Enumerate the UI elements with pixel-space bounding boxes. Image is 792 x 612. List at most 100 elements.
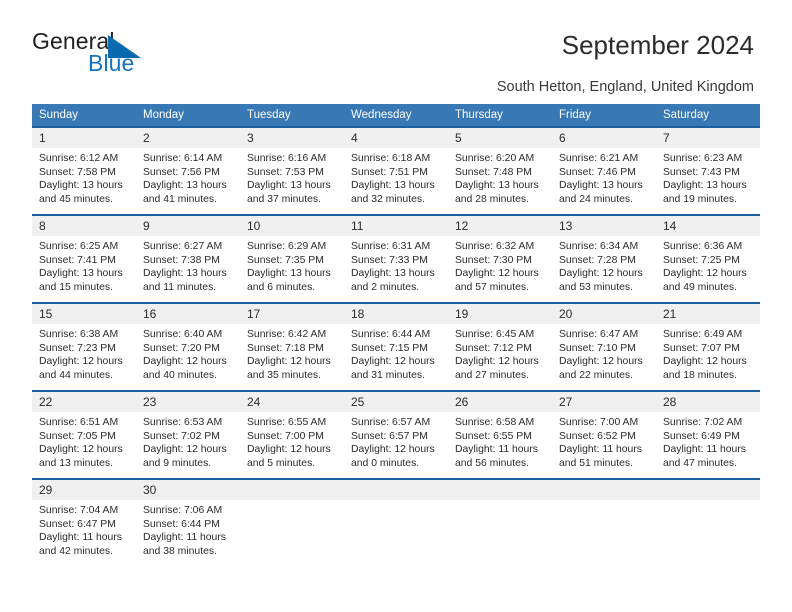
sunrise-text: Sunrise: 6:29 AM [247,241,327,252]
calendar-day-cell[interactable]: 29 Sunrise: 7:04 AM Sunset: 6:47 PM Dayligh… [32,478,136,567]
daylight-text-line2: and 27 minutes. [455,369,529,381]
sunrise-text: Sunrise: 7:06 AM [143,505,223,516]
sunset-text: Sunset: 7:20 PM [143,342,220,354]
sunrise-text: Sunrise: 7:04 AM [39,505,119,516]
calendar-day-cell[interactable]: 12 Sunrise: 6:32 AM Sunset: 7:30 PM Dayligh… [448,214,552,303]
calendar-day-cell[interactable]: 20 Sunrise: 6:47 AM Sunset: 7:10 PM Dayligh… [552,302,656,391]
page-header: General Blue September 2024 South Hetton… [0,0,792,95]
calendar-week-row: 15 Sunrise: 6:38 AM Sunset: 7:23 PM Dayligh… [32,302,760,391]
daylight-text-line2: and 5 minutes. [247,457,316,469]
calendar-empty-cell [448,478,552,567]
sunset-text: Sunset: 7:46 PM [559,166,636,178]
calendar-day-cell[interactable]: 28 Sunrise: 7:02 AM Sunset: 6:49 PM Dayligh… [656,390,760,479]
day-number: 27 [552,392,656,412]
calendar-day-cell[interactable]: 3 Sunrise: 6:16 AM Sunset: 7:53 PM Daylight… [240,126,344,215]
calendar-day-cell[interactable]: 10 Sunrise: 6:29 AM Sunset: 7:35 PM Dayligh… [240,214,344,303]
sunrise-text: Sunrise: 6:40 AM [143,329,223,340]
calendar-day-cell[interactable]: 19 Sunrise: 6:45 AM Sunset: 7:12 PM Dayligh… [448,302,552,391]
calendar-day-cell[interactable]: 6 Sunrise: 6:21 AM Sunset: 7:46 PM Daylight… [552,126,656,215]
daylight-text-line1: Daylight: 12 hours [663,356,747,368]
day-number: 9 [136,216,240,236]
sunset-text: Sunset: 7:30 PM [455,254,532,266]
day-number: 11 [344,216,448,236]
sunset-text: Sunset: 7:25 PM [663,254,740,266]
calendar-day-cell[interactable]: 11 Sunrise: 6:31 AM Sunset: 7:33 PM Dayligh… [344,214,448,303]
sunset-text: Sunset: 7:58 PM [39,166,116,178]
sunset-text: Sunset: 7:12 PM [455,342,532,354]
sunset-text: Sunset: 7:02 PM [143,430,220,442]
calendar-day-cell[interactable]: 13 Sunrise: 6:34 AM Sunset: 7:28 PM Dayligh… [552,214,656,303]
day-sun-info: Sunrise: 6:53 AM Sunset: 7:02 PM Daylight:… [136,412,240,470]
sunset-text: Sunset: 6:47 PM [39,518,116,530]
daylight-text-line1: Daylight: 12 hours [559,356,643,368]
calendar-day-cell[interactable]: 2 Sunrise: 6:14 AM Sunset: 7:56 PM Daylight… [136,126,240,215]
sunrise-text: Sunrise: 6:49 AM [663,329,743,340]
daylight-text-line1: Daylight: 11 hours [559,444,642,456]
day-sun-info: Sunrise: 6:31 AM Sunset: 7:33 PM Daylight:… [344,236,448,294]
calendar-day-cell[interactable]: 4 Sunrise: 6:18 AM Sunset: 7:51 PM Daylight… [344,126,448,215]
calendar-week-row: 8 Sunrise: 6:25 AM Sunset: 7:41 PM Daylight… [32,214,760,303]
calendar-day-cell[interactable]: 27 Sunrise: 7:00 AM Sunset: 6:52 PM Dayligh… [552,390,656,479]
weekday-header-row: Sunday Monday Tuesday Wednesday Thursday… [32,104,760,127]
day-sun-info: Sunrise: 6:29 AM Sunset: 7:35 PM Daylight:… [240,236,344,294]
daylight-text-line1: Daylight: 12 hours [39,356,123,368]
calendar-day-cell[interactable]: 1 Sunrise: 6:12 AM Sunset: 7:58 PM Daylight… [32,126,136,215]
day-sun-info: Sunrise: 7:06 AM Sunset: 6:44 PM Daylight:… [136,500,240,558]
daylight-text-line1: Daylight: 13 hours [143,180,227,192]
daylight-text-line1: Daylight: 12 hours [247,356,331,368]
calendar-day-cell[interactable]: 9 Sunrise: 6:27 AM Sunset: 7:38 PM Daylight… [136,214,240,303]
day-number: 18 [344,304,448,324]
day-number: 19 [448,304,552,324]
sunrise-text: Sunrise: 6:51 AM [39,417,119,428]
day-sun-info: Sunrise: 6:51 AM Sunset: 7:05 PM Daylight:… [32,412,136,470]
calendar-day-cell[interactable]: 24 Sunrise: 6:55 AM Sunset: 7:00 PM Dayligh… [240,390,344,479]
day-sun-info: Sunrise: 6:21 AM Sunset: 7:46 PM Daylight:… [552,148,656,206]
calendar-day-cell[interactable]: 5 Sunrise: 6:20 AM Sunset: 7:48 PM Daylight… [448,126,552,215]
day-number: 8 [32,216,136,236]
day-sun-info: Sunrise: 6:27 AM Sunset: 7:38 PM Daylight:… [136,236,240,294]
calendar-day-cell[interactable]: 23 Sunrise: 6:53 AM Sunset: 7:02 PM Dayligh… [136,390,240,479]
calendar-day-cell[interactable]: 16 Sunrise: 6:40 AM Sunset: 7:20 PM Dayligh… [136,302,240,391]
sunrise-text: Sunrise: 6:36 AM [663,241,743,252]
calendar-day-cell[interactable]: 21 Sunrise: 6:49 AM Sunset: 7:07 PM Dayligh… [656,302,760,391]
day-number: 1 [32,128,136,148]
sunset-text: Sunset: 7:38 PM [143,254,220,266]
daylight-text-line2: and 38 minutes. [143,545,217,557]
daylight-text-line1: Daylight: 13 hours [143,268,227,280]
calendar-empty-cell [240,478,344,567]
sunset-text: Sunset: 7:41 PM [39,254,116,266]
calendar-day-cell[interactable]: 7 Sunrise: 6:23 AM Sunset: 7:43 PM Daylight… [656,126,760,215]
day-number: 30 [136,480,240,500]
daylight-text-line1: Daylight: 12 hours [351,356,435,368]
calendar-day-cell[interactable]: 8 Sunrise: 6:25 AM Sunset: 7:41 PM Daylight… [32,214,136,303]
calendar-week-row: 1 Sunrise: 6:12 AM Sunset: 7:58 PM Daylight… [32,126,760,215]
calendar-day-cell[interactable]: 14 Sunrise: 6:36 AM Sunset: 7:25 PM Dayligh… [656,214,760,303]
daylight-text-line1: Daylight: 11 hours [143,532,226,544]
general-blue-logo[interactable]: General Blue [32,28,212,80]
calendar-day-cell[interactable]: 25 Sunrise: 6:57 AM Sunset: 6:57 PM Dayligh… [344,390,448,479]
day-number: 23 [136,392,240,412]
calendar-day-cell[interactable]: 30 Sunrise: 7:06 AM Sunset: 6:44 PM Dayligh… [136,478,240,567]
sunset-text: Sunset: 7:43 PM [663,166,740,178]
day-number: 7 [656,128,760,148]
calendar-day-cell[interactable]: 17 Sunrise: 6:42 AM Sunset: 7:18 PM Dayligh… [240,302,344,391]
calendar-day-cell[interactable]: 18 Sunrise: 6:44 AM Sunset: 7:15 PM Dayligh… [344,302,448,391]
calendar-day-cell[interactable]: 15 Sunrise: 6:38 AM Sunset: 7:23 PM Dayligh… [32,302,136,391]
daylight-text-line1: Daylight: 12 hours [663,268,747,280]
sunset-text: Sunset: 7:48 PM [455,166,532,178]
calendar-day-cell[interactable]: 22 Sunrise: 6:51 AM Sunset: 7:05 PM Dayligh… [32,390,136,479]
sunrise-text: Sunrise: 6:58 AM [455,417,535,428]
calendar-day-cell[interactable]: 26 Sunrise: 6:58 AM Sunset: 6:55 PM Dayligh… [448,390,552,479]
sunset-text: Sunset: 6:57 PM [351,430,428,442]
day-sun-info: Sunrise: 6:47 AM Sunset: 7:10 PM Daylight:… [552,324,656,382]
day-sun-info: Sunrise: 6:16 AM Sunset: 7:53 PM Daylight:… [240,148,344,206]
day-sun-info: Sunrise: 6:36 AM Sunset: 7:25 PM Daylight:… [656,236,760,294]
day-number: 28 [656,392,760,412]
day-number: 6 [552,128,656,148]
daylight-text-line1: Daylight: 13 hours [39,180,123,192]
day-number: 12 [448,216,552,236]
day-sun-info: Sunrise: 6:55 AM Sunset: 7:00 PM Daylight:… [240,412,344,470]
sunrise-text: Sunrise: 6:12 AM [39,153,119,164]
day-number: 24 [240,392,344,412]
sunset-text: Sunset: 7:07 PM [663,342,740,354]
